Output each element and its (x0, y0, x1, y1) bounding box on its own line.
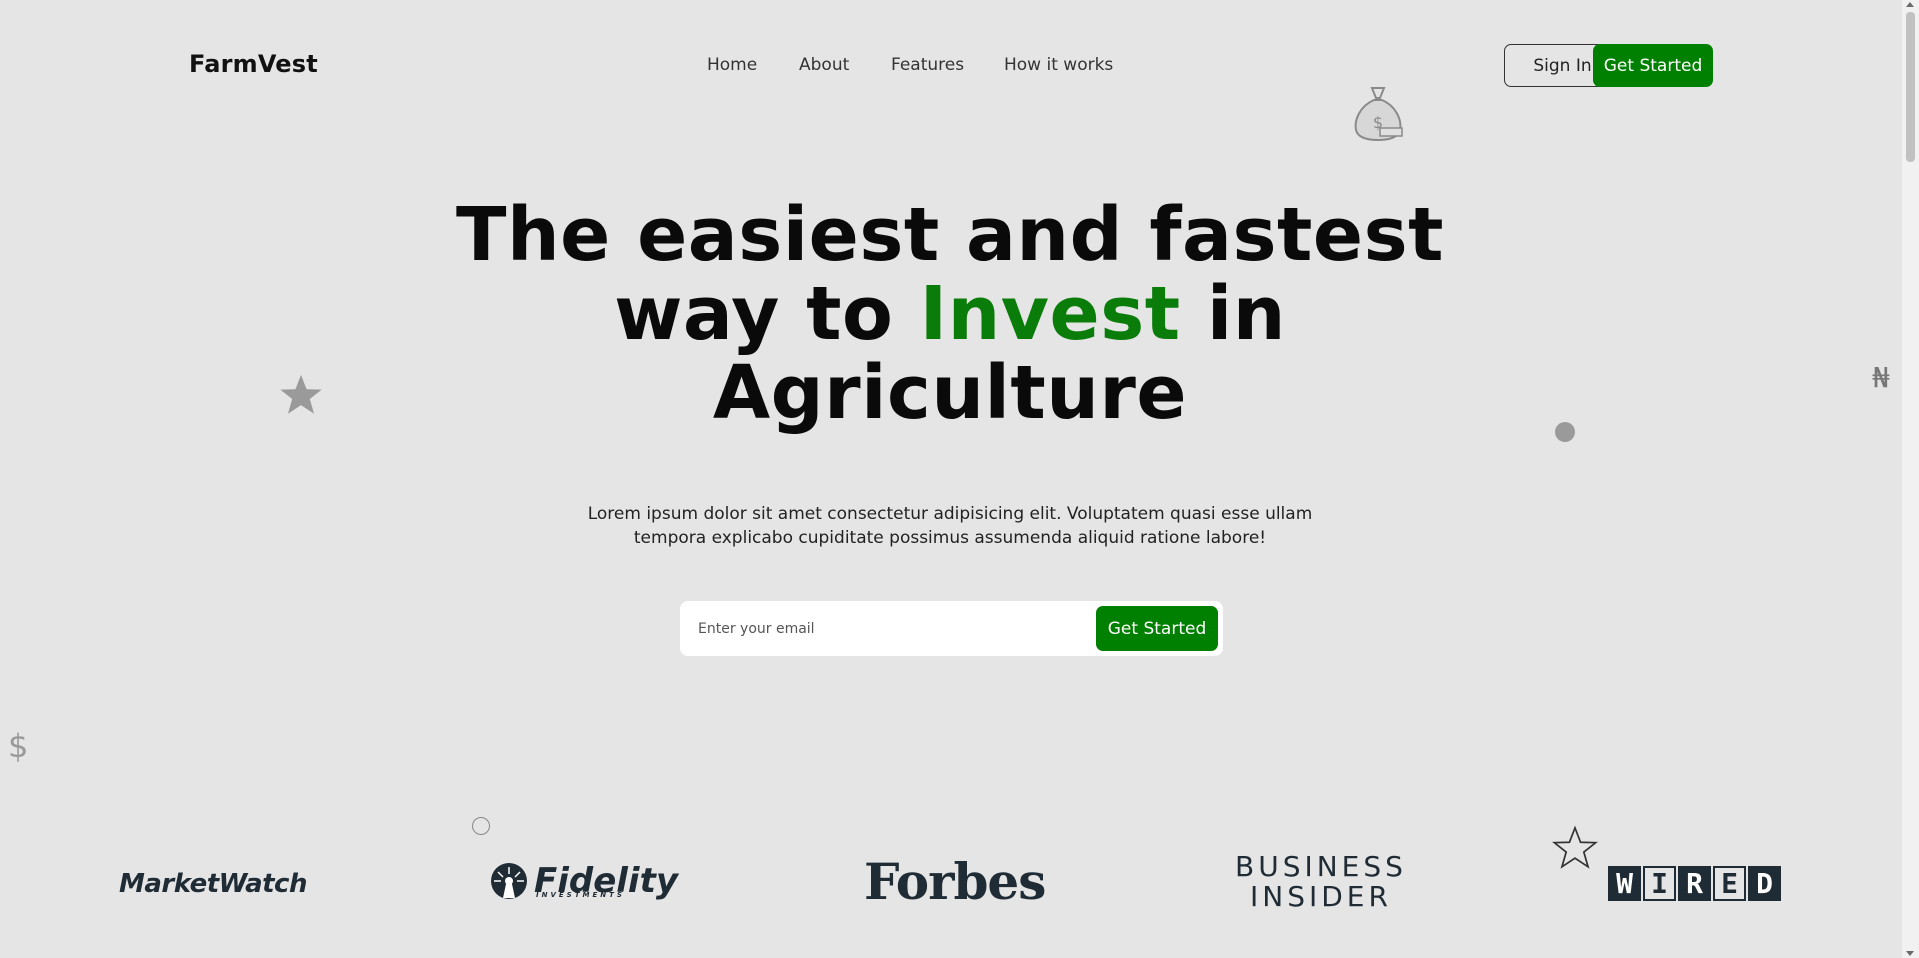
scroll-down-arrow-icon[interactable] (1906, 951, 1914, 956)
hero-title: The easiest and fastest way to Invest in… (455, 192, 1445, 436)
nav-how-it-works[interactable]: How it works (1004, 55, 1113, 75)
email-input[interactable] (696, 609, 1060, 649)
star-outline-icon (1552, 825, 1598, 869)
star-filled-icon (280, 374, 322, 414)
business-insider-logo: BUSINESS INSIDER (1235, 850, 1407, 913)
naira-icon: ₦ (1872, 361, 1890, 394)
nav-features[interactable]: Features (891, 55, 964, 75)
marketwatch-logo: MarketWatch (119, 869, 307, 899)
get-started-hero-button[interactable]: Get Started (1096, 606, 1218, 651)
email-signup-form: Get Started (680, 601, 1223, 656)
nav-about[interactable]: About (799, 55, 849, 75)
fidelity-logo: Fidelity INVESTMENTS (490, 858, 678, 904)
money-bag-icon: $ (1354, 87, 1403, 142)
brand-logo[interactable]: FarmVest (189, 50, 318, 78)
hero-title-accent: Invest (919, 271, 1181, 357)
scroll-up-arrow-icon[interactable] (1906, 2, 1914, 7)
nav-home[interactable]: Home (707, 55, 757, 75)
dot-decoration (1555, 422, 1575, 442)
forbes-logo: Forbes (864, 852, 1046, 911)
circle-outline-decoration (472, 817, 490, 835)
hero-subtitle: Lorem ipsum dolor sit amet consectetur a… (587, 504, 1313, 548)
get-started-header-button[interactable]: Get Started (1593, 44, 1713, 87)
scrollbar-thumb[interactable] (1906, 12, 1915, 162)
vertical-scrollbar[interactable] (1902, 0, 1919, 958)
dollar-icon: $ (8, 727, 29, 765)
fidelity-emblem-icon (491, 863, 527, 899)
wired-logo: W I R E D (1608, 866, 1781, 901)
